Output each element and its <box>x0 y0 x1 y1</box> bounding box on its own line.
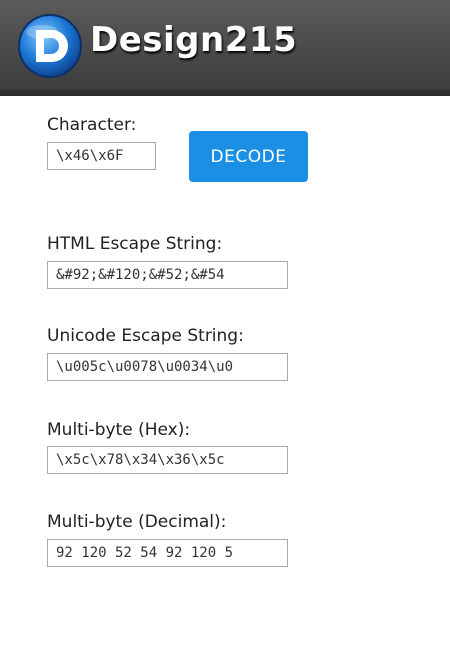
design215-logo-icon[interactable] <box>16 12 84 80</box>
multibyte-hex-label: Multi-byte (Hex): <box>47 420 191 440</box>
multibyte-decimal-label: Multi-byte (Decimal): <box>47 512 227 532</box>
multibyte-hex-output[interactable]: \x5c\x78\x34\x36\x5c <box>47 446 288 474</box>
header-divider <box>0 90 450 96</box>
site-header: Design215 <box>0 0 450 90</box>
character-label: Character: <box>47 115 137 135</box>
character-input[interactable]: \x46\x6F <box>47 142 156 170</box>
unicode-escape-label: Unicode Escape String: <box>47 326 244 346</box>
site-logo-text[interactable]: Design215 <box>90 20 297 60</box>
html-escape-label: HTML Escape String: <box>47 234 223 254</box>
decode-button[interactable]: DECODE <box>189 131 308 182</box>
multibyte-decimal-output[interactable]: 92 120 52 54 92 120 5 <box>47 539 288 567</box>
unicode-escape-output[interactable]: \u005c\u0078\u0034\u0 <box>47 353 288 381</box>
html-escape-output[interactable]: &#92;&#120;&#52;&#54 <box>47 261 288 289</box>
